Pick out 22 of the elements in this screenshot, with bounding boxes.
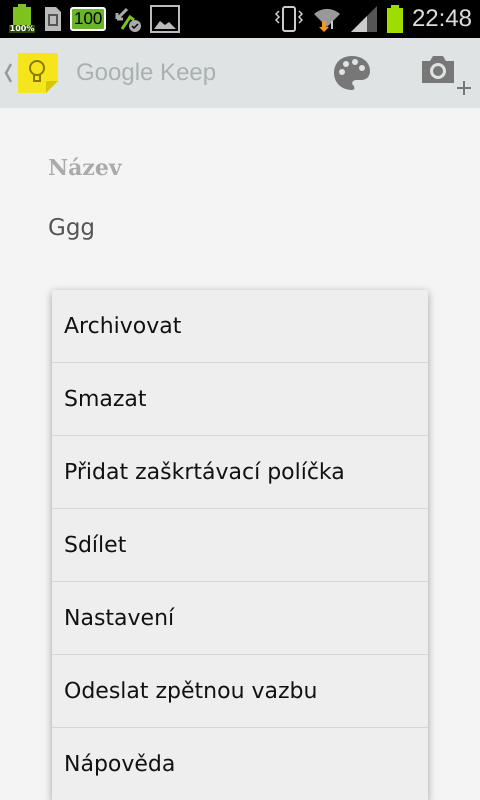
menu-item[interactable]: Sdílet	[52, 509, 428, 582]
app-home-button[interactable]	[4, 51, 60, 95]
note-body-field[interactable]: Ggg	[48, 211, 308, 246]
sync-check-icon	[114, 5, 142, 33]
vibrate-icon	[274, 5, 304, 33]
menu-item[interactable]: Přidat zaškrtávací políčka	[52, 436, 428, 509]
menu-item[interactable]: Odeslat zpětnou vazbu	[52, 655, 428, 728]
sim-card-icon	[44, 6, 62, 32]
menu-item[interactable]: Smazat	[52, 363, 428, 436]
signal-icon	[350, 5, 378, 33]
palette-icon[interactable]	[332, 54, 372, 92]
menu-item[interactable]: Nastavení	[52, 582, 428, 655]
up-caret-icon	[4, 63, 12, 83]
battery-percent-label: 100%	[8, 25, 36, 33]
clock: 22:48	[412, 4, 472, 34]
menu-item[interactable]: Nápověda	[52, 728, 428, 800]
image-icon	[150, 5, 180, 33]
title-field[interactable]: Název	[48, 152, 308, 185]
notification-count-badge: 100	[70, 7, 106, 31]
app-logo-icon	[16, 51, 60, 95]
battery-icon	[386, 5, 404, 33]
menu-item[interactable]: Archivovat	[52, 290, 428, 363]
